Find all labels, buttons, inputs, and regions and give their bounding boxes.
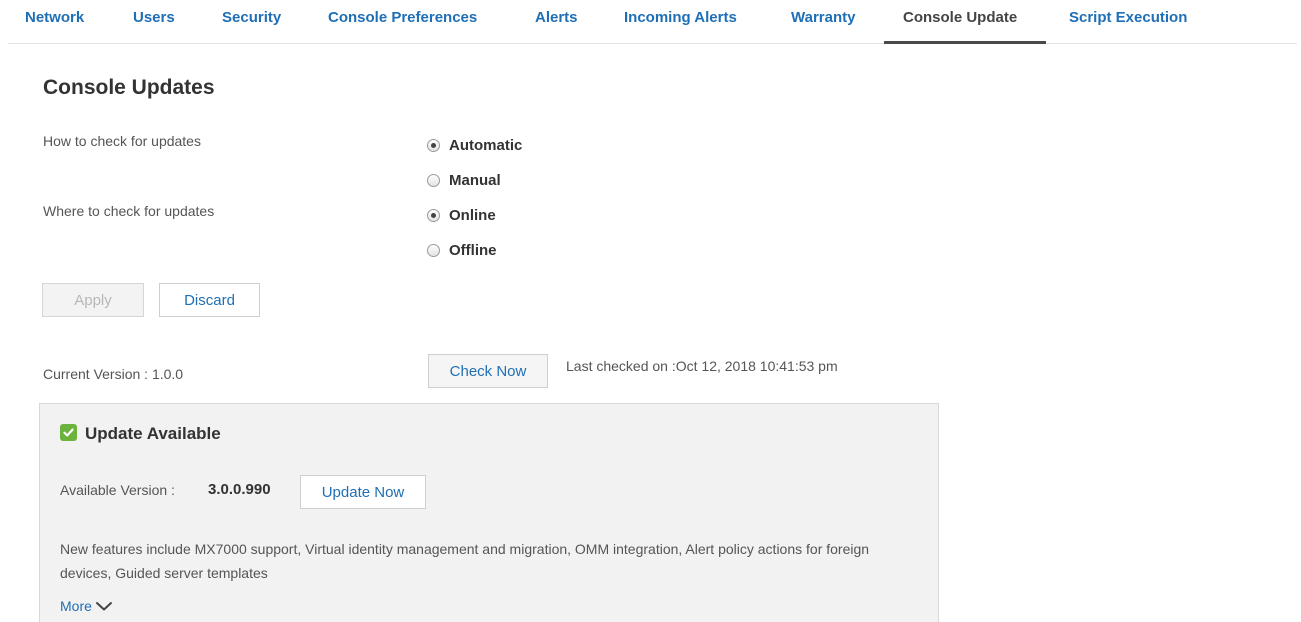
tab-alerts[interactable]: Alerts: [535, 9, 578, 26]
check-mark-glyph: [63, 428, 74, 437]
check-now-button[interactable]: Check Now: [428, 354, 548, 388]
active-tab-indicator: [884, 41, 1046, 44]
where-to-check-label: Where to check for updates: [43, 203, 215, 219]
tab-network[interactable]: Network: [25, 9, 84, 26]
apply-button[interactable]: Apply: [42, 283, 144, 317]
radio-offline-circle[interactable]: [427, 243, 440, 257]
radio-automatic-label: Automatic: [449, 136, 523, 154]
update-description: New features include MX7000 support, Vir…: [60, 541, 870, 581]
radio-online[interactable]: Online: [427, 205, 496, 225]
radio-selected-dot: [431, 142, 436, 148]
radio-automatic-circle[interactable]: [427, 138, 440, 152]
more-link[interactable]: More: [60, 598, 113, 614]
radio-offline-label: Offline: [449, 241, 497, 259]
radio-manual[interactable]: Manual: [427, 170, 501, 190]
how-to-check-label: How to check for updates: [43, 133, 201, 149]
settings-tab-bar: Network Users Security Console Preferenc…: [8, 0, 1297, 44]
tab-security[interactable]: Security: [222, 9, 281, 26]
last-checked-text: Last checked on :Oct 12, 2018 10:41:53 p…: [566, 358, 838, 374]
update-now-button[interactable]: Update Now: [300, 475, 426, 509]
radio-selected-dot: [431, 212, 436, 218]
available-version-value: 3.0.0.990: [208, 481, 271, 498]
tab-script-execution[interactable]: Script Execution: [1069, 9, 1187, 26]
radio-manual-circle[interactable]: [427, 173, 440, 187]
available-version-label: Available Version :: [60, 482, 175, 498]
check-square-icon: [60, 424, 77, 441]
radio-offline[interactable]: Offline: [427, 240, 497, 260]
tab-users[interactable]: Users: [133, 9, 175, 26]
radio-manual-label: Manual: [449, 171, 501, 189]
radio-online-circle[interactable]: [427, 208, 440, 222]
page-title: Console Updates: [43, 76, 215, 99]
radio-online-label: Online: [449, 206, 496, 224]
radio-automatic[interactable]: Automatic: [427, 135, 522, 155]
chevron-down-icon: [95, 602, 112, 611]
update-available-heading: Update Available: [85, 424, 221, 443]
tab-warranty[interactable]: Warranty: [791, 9, 855, 26]
current-version-label: Current Version : 1.0.0: [43, 366, 184, 382]
discard-button[interactable]: Discard: [159, 283, 260, 317]
more-link-label: More: [60, 598, 92, 614]
tab-incoming-alerts[interactable]: Incoming Alerts: [624, 9, 737, 26]
tab-console-preferences[interactable]: Console Preferences: [328, 9, 477, 26]
update-available-panel: Update Available Available Version : 3.0…: [39, 403, 939, 622]
tab-console-update[interactable]: Console Update: [903, 9, 1017, 26]
